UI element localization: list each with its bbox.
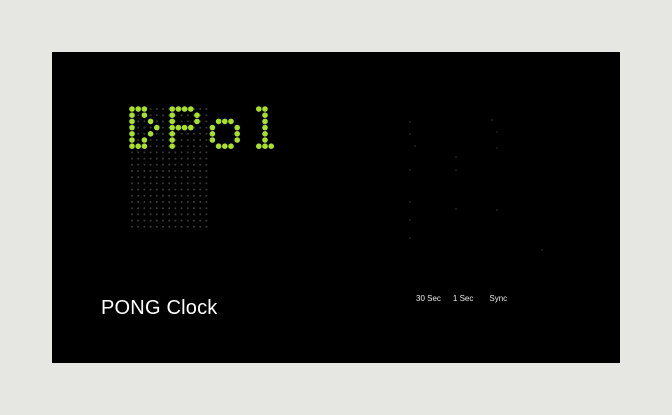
led-glyph-2 <box>256 106 274 149</box>
led-glyph-0 <box>169 106 200 149</box>
led-stray-pixels <box>409 119 543 251</box>
thirty-sec-button[interactable]: 30 Sec <box>416 292 441 305</box>
clock-screen: PONG Clock 30 Sec 1 Sec Sync <box>52 52 620 363</box>
led-glyph-1 <box>209 118 240 149</box>
led-dim-grid <box>131 108 208 228</box>
sync-button[interactable]: Sync <box>489 292 507 305</box>
app-title: PONG Clock <box>101 297 218 319</box>
one-sec-button[interactable]: 1 Sec <box>453 292 473 305</box>
control-bar: 30 Sec 1 Sec Sync <box>416 292 507 305</box>
